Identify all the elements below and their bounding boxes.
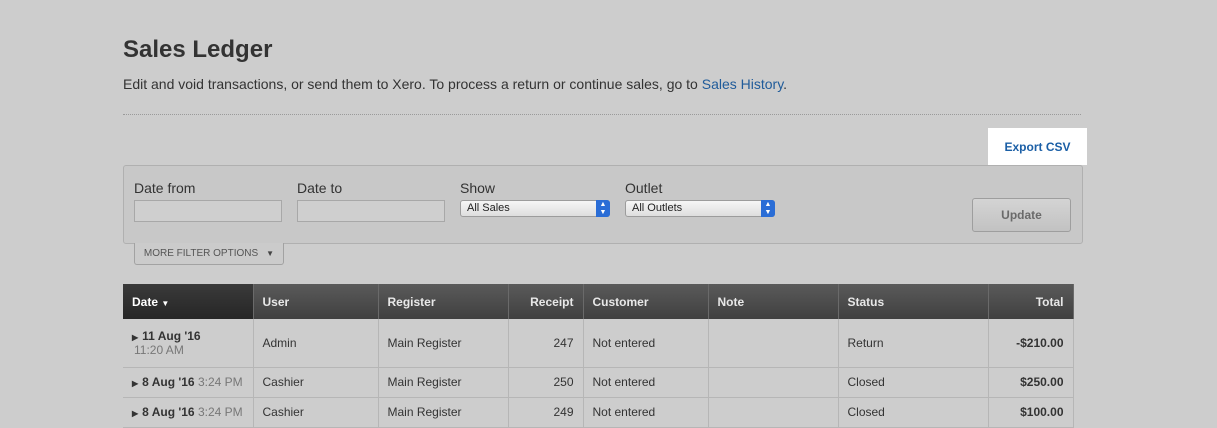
column-header-user[interactable]: User	[253, 284, 379, 319]
row-date: 8 Aug '16	[142, 375, 195, 389]
row-date: 8 Aug '16	[142, 405, 195, 419]
status-cell: Closed	[838, 397, 989, 428]
outlet-label: Outlet	[625, 180, 663, 196]
date-from-label: Date from	[134, 180, 196, 196]
outlet-select-value: All Outlets	[632, 202, 683, 214]
more-filter-options-button[interactable]: MORE FILTER OPTIONS ▼	[134, 243, 284, 265]
status-cell: Closed	[838, 367, 989, 398]
row-time: 11:20 AM	[134, 342, 184, 357]
table-row[interactable]: ▶ 11 Aug '16 11:20 AM Admin Main Register…	[123, 319, 1074, 368]
date-cell[interactable]: ▶ 8 Aug '16 3:24 PM	[123, 397, 254, 428]
export-csv-button[interactable]: Export CSV	[988, 128, 1087, 165]
show-select-value: All Sales	[467, 202, 510, 214]
show-select[interactable]: All Sales ▲ ▼	[460, 200, 610, 217]
sales-history-link[interactable]: Sales History	[702, 76, 783, 92]
register-cell: Main Register	[378, 397, 509, 428]
customer-cell: Not entered	[583, 367, 709, 398]
receipt-cell: 247	[508, 319, 584, 368]
column-header-total[interactable]: Total	[988, 284, 1074, 319]
update-button[interactable]: Update	[972, 198, 1071, 232]
expand-caret-icon[interactable]: ▶	[132, 379, 138, 388]
outlet-select[interactable]: All Outlets ▲ ▼	[625, 200, 775, 217]
table-row[interactable]: ▶ 8 Aug '16 3:24 PM Cashier Main Register…	[123, 367, 1074, 398]
date-to-label: Date to	[297, 180, 343, 196]
user-link[interactable]: Cashier	[253, 397, 379, 428]
row-date: 11 Aug '16	[142, 328, 201, 343]
table-header-row: Date ▼ User Register Receipt Customer No…	[123, 284, 1074, 319]
sort-desc-icon: ▼	[161, 298, 170, 308]
show-label: Show	[460, 180, 496, 196]
column-header-customer[interactable]: Customer	[583, 284, 709, 319]
total-cell: $250.00	[988, 367, 1074, 398]
page-description: Edit and void transactions, or send them…	[123, 76, 787, 92]
column-header-register[interactable]: Register	[378, 284, 509, 319]
total-cell: -$210.00	[988, 319, 1074, 368]
date-cell[interactable]: ▶ 8 Aug '16 3:24 PM	[123, 367, 254, 398]
status-cell: Return	[838, 319, 989, 368]
select-arrows-icon: ▲ ▼	[596, 200, 610, 217]
note-cell	[708, 397, 839, 428]
customer-cell: Not entered	[583, 319, 709, 368]
description-end: .	[783, 76, 788, 92]
expand-caret-icon[interactable]: ▶	[132, 333, 138, 342]
chevron-down-icon: ▼	[266, 249, 275, 258]
page-title: Sales Ledger	[123, 36, 273, 63]
note-cell	[708, 367, 839, 398]
receipt-cell: 249	[508, 397, 584, 428]
register-cell: Main Register	[378, 319, 509, 368]
filter-panel: Date from Date to Show All Sales ▲ ▼ Outl…	[123, 165, 1083, 244]
column-header-date[interactable]: Date ▼	[123, 284, 254, 319]
table-row[interactable]: ▶ 8 Aug '16 3:24 PM Cashier Main Register…	[123, 397, 1074, 428]
user-link[interactable]: Admin	[253, 319, 379, 368]
divider	[123, 114, 1081, 115]
customer-cell: Not entered	[583, 397, 709, 428]
sales-ledger-table: Date ▼ User Register Receipt Customer No…	[123, 284, 1074, 428]
register-cell: Main Register	[378, 367, 509, 398]
description-text: Edit and void transactions, or send them…	[123, 76, 702, 92]
column-header-note[interactable]: Note	[708, 284, 839, 319]
column-header-status[interactable]: Status	[838, 284, 989, 319]
total-cell: $100.00	[988, 397, 1074, 428]
note-cell	[708, 319, 839, 368]
receipt-cell: 250	[508, 367, 584, 398]
column-header-receipt[interactable]: Receipt	[508, 284, 584, 319]
row-time: 3:24 PM	[197, 375, 243, 389]
date-cell[interactable]: ▶ 11 Aug '16 11:20 AM	[123, 319, 254, 368]
date-from-input[interactable]	[134, 200, 282, 222]
column-label: Date	[132, 294, 159, 309]
more-filter-label: MORE FILTER OPTIONS	[143, 248, 259, 259]
select-arrows-icon: ▲ ▼	[761, 200, 775, 217]
date-to-input[interactable]	[297, 200, 445, 222]
row-time: 3:24 PM	[197, 405, 243, 419]
user-link[interactable]: Cashier	[253, 367, 379, 398]
